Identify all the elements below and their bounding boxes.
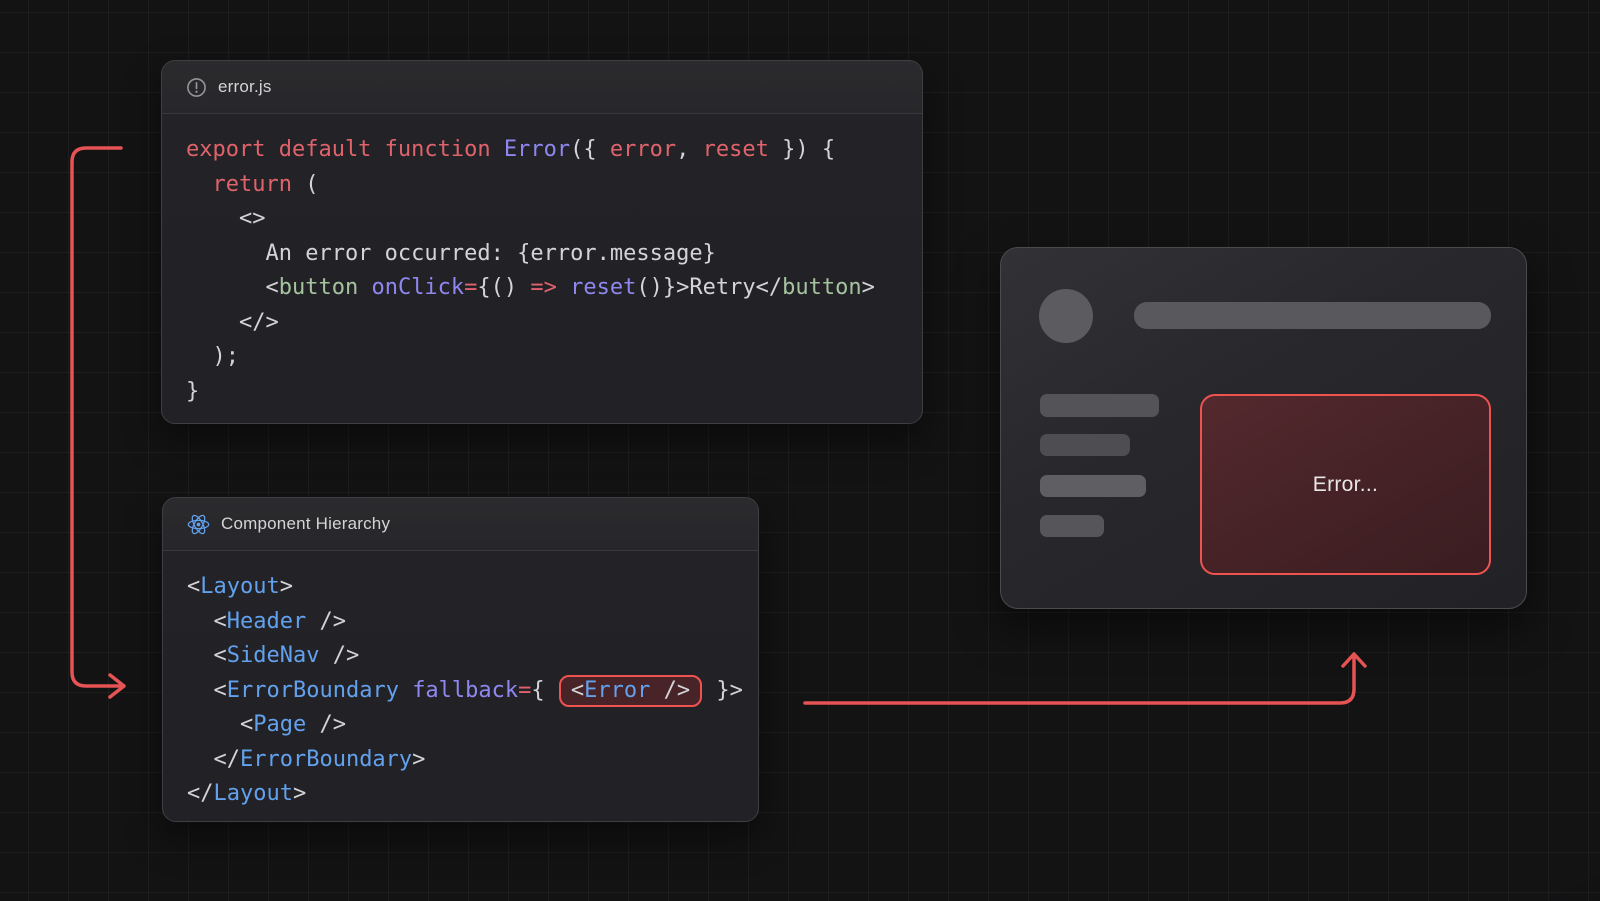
component-hierarchy-code-block: <Layout> <Header /> <SideNav /> <ErrorBo… (163, 551, 758, 824)
error-fallback-label: Error... (1313, 473, 1378, 497)
alert-circle-icon (186, 77, 207, 98)
error-js-code-block: export default function Error({ error, r… (162, 114, 922, 421)
code-line: </> (186, 306, 898, 341)
code-line: </ErrorBoundary> (187, 743, 734, 778)
code-line: <Layout> (187, 570, 734, 605)
avatar-placeholder (1039, 289, 1093, 343)
code-line: return ( (186, 168, 898, 203)
component-hierarchy-panel-title: Component Hierarchy (221, 514, 390, 534)
code-line: } (186, 375, 898, 410)
code-line: An error occurred: {error.message} (186, 237, 898, 272)
sidenav-item-placeholder (1040, 434, 1130, 456)
error-js-panel-title: error.js (218, 77, 272, 97)
component-hierarchy-panel: Component Hierarchy <Layout> <Header /> … (162, 497, 759, 822)
code-line: ); (186, 340, 898, 375)
canvas: error.js export default function Error({… (0, 0, 1600, 901)
sidenav-item-placeholder (1040, 475, 1146, 497)
header-bar-placeholder (1134, 302, 1491, 329)
component-hierarchy-panel-header: Component Hierarchy (163, 498, 758, 551)
code-line: export default function Error({ error, r… (186, 133, 898, 168)
code-line: <ErrorBoundary fallback={ <Error /> }> (187, 674, 734, 709)
sidenav-item-placeholder (1040, 515, 1104, 537)
code-line: <> (186, 202, 898, 237)
code-line: <Header /> (187, 605, 734, 640)
app-mockup: Error... (1000, 247, 1527, 609)
error-js-panel-header: error.js (162, 61, 922, 114)
error-fallback-highlight: <Error /> (559, 675, 702, 708)
react-icon (187, 513, 210, 536)
error-js-panel: error.js export default function Error({… (161, 60, 923, 424)
sidenav-item-placeholder (1040, 394, 1159, 417)
code-line: <Page /> (187, 708, 734, 743)
error-fallback-box: Error... (1200, 394, 1491, 575)
code-line: <SideNav /> (187, 639, 734, 674)
code-line: <button onClick={() => reset()}>Retry</b… (186, 271, 898, 306)
code-line: </Layout> (187, 777, 734, 812)
